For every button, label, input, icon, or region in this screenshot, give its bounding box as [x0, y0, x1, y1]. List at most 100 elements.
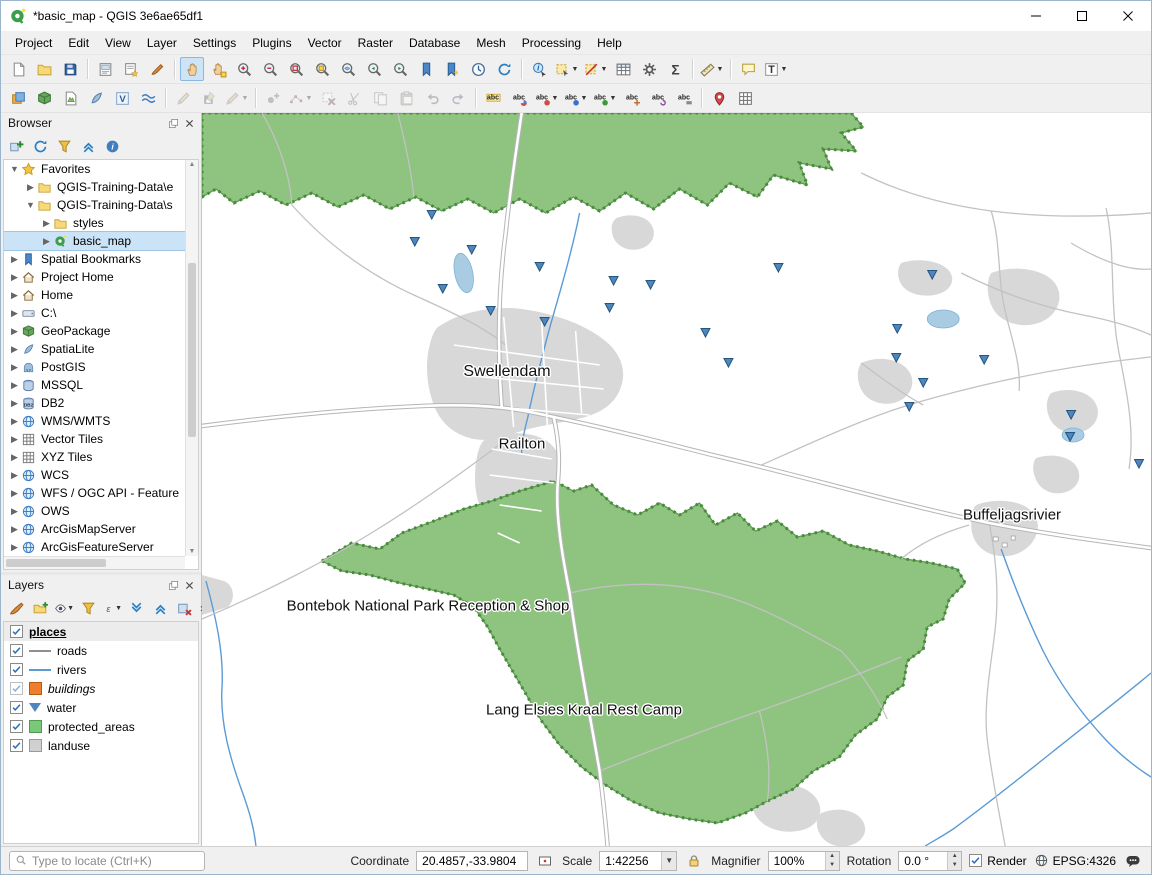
layer-visibility-checkbox[interactable]	[10, 701, 23, 714]
new-mesh-layer-icon[interactable]	[136, 86, 160, 110]
zoom-to-selection-icon[interactable]	[310, 57, 334, 81]
open-layer-styling-icon[interactable]	[5, 597, 27, 619]
menu-layer[interactable]: Layer	[139, 33, 185, 53]
save-project-icon[interactable]	[58, 57, 82, 81]
magnifier-spinbox[interactable]: 100% ▲▼	[768, 851, 840, 871]
chevron-right-icon[interactable]: ▶	[8, 452, 21, 463]
chevron-right-icon[interactable]: ▶	[8, 326, 21, 337]
menu-vector[interactable]: Vector	[300, 33, 350, 53]
paste-features-icon[interactable]	[394, 86, 418, 110]
crs-indicator[interactable]: EPSG:4326	[1034, 853, 1116, 868]
zoom-out-icon[interactable]	[258, 57, 282, 81]
temporal-controller-icon[interactable]	[466, 57, 490, 81]
browser-item-home[interactable]: ▶Home	[4, 286, 185, 304]
layer-visibility-checkbox[interactable]	[10, 644, 23, 657]
layer-visibility-checkbox[interactable]	[10, 739, 23, 752]
menu-plugins[interactable]: Plugins	[244, 33, 299, 53]
layer-diagram-icon[interactable]: abc	[507, 86, 531, 110]
chevron-right-icon[interactable]: ▶	[8, 470, 21, 481]
layer-item-buildings[interactable]: buildings	[4, 679, 198, 698]
chevron-right-icon[interactable]: ▶	[24, 182, 37, 193]
delete-selected-icon[interactable]	[316, 86, 340, 110]
current-edits-icon[interactable]: ▼	[223, 86, 250, 110]
layer-item-landuse[interactable]: landuse	[4, 736, 198, 755]
menu-project[interactable]: Project	[7, 33, 60, 53]
menu-processing[interactable]: Processing	[514, 33, 589, 53]
minimize-button[interactable]	[1013, 1, 1059, 31]
undo-icon[interactable]	[420, 86, 444, 110]
data-source-manager-icon[interactable]	[6, 86, 30, 110]
messages-button[interactable]	[1123, 851, 1143, 871]
show-layout-manager-icon[interactable]	[119, 57, 143, 81]
layer-visibility-checkbox[interactable]	[10, 625, 23, 638]
show-hide-labels-icon[interactable]: abc▼	[591, 86, 618, 110]
browser-item-spatial-bookmarks[interactable]: ▶Spatial Bookmarks	[4, 250, 185, 268]
properties-widget-icon[interactable]: i	[101, 135, 123, 157]
deselect-features-icon[interactable]: ▼	[582, 57, 609, 81]
layer-item-water[interactable]: water	[4, 698, 198, 717]
spinner-arrows-icon[interactable]: ▲▼	[825, 852, 839, 870]
scroll-up-icon[interactable]: ▲	[186, 161, 198, 168]
manage-map-themes-icon[interactable]: ▼	[53, 597, 75, 619]
chevron-right-icon[interactable]: ▶	[8, 254, 21, 265]
zoom-to-layer-icon[interactable]	[336, 57, 360, 81]
chevron-right-icon[interactable]: ▶	[40, 218, 53, 229]
new-shapefile-layer-icon[interactable]	[58, 86, 82, 110]
identify-features-icon[interactable]: i	[527, 57, 551, 81]
float-panel-icon[interactable]	[165, 577, 181, 593]
layer-item-roads[interactable]: roads	[4, 641, 198, 660]
rotation-spinbox[interactable]: 0.0 ° ▲▼	[898, 851, 962, 871]
coordinate-input[interactable]: 20.4857,-33.9804	[416, 851, 528, 871]
expand-all-icon[interactable]	[125, 597, 147, 619]
add-selected-layers-icon[interactable]	[5, 135, 27, 157]
pan-to-selection-icon[interactable]	[206, 57, 230, 81]
browser-item-wcs[interactable]: ▶WCS	[4, 466, 185, 484]
add-feature-icon[interactable]	[261, 86, 285, 110]
browser-item-vector-tiles[interactable]: ▶Vector Tiles	[4, 430, 185, 448]
menu-settings[interactable]: Settings	[185, 33, 244, 53]
processing-toolbox-icon[interactable]	[637, 57, 661, 81]
maximize-button[interactable]	[1059, 1, 1105, 31]
layer-item-protected-areas[interactable]: protected_areas	[4, 717, 198, 736]
browser-item-styles[interactable]: ▶styles	[4, 214, 185, 232]
scale-combobox[interactable]: 1:42256 ▼	[599, 851, 677, 871]
change-label-icon[interactable]: abc	[672, 86, 696, 110]
browser-vertical-scrollbar[interactable]: ▲ ▼	[185, 160, 198, 556]
save-layer-edits-icon[interactable]	[197, 86, 221, 110]
new-virtual-layer-icon[interactable]: V	[110, 86, 134, 110]
browser-item-basic-map[interactable]: ▶basic_map	[4, 232, 185, 250]
new-bookmark-icon[interactable]	[414, 57, 438, 81]
new-project-icon[interactable]	[6, 57, 30, 81]
browser-item-mssql[interactable]: ▶MSSQL	[4, 376, 185, 394]
browser-item-favorites[interactable]: ▼Favorites	[4, 160, 185, 178]
zoom-in-icon[interactable]	[232, 57, 256, 81]
layer-item-rivers[interactable]: rivers	[4, 660, 198, 679]
scroll-down-icon[interactable]: ▼	[186, 548, 198, 555]
chevron-down-icon[interactable]: ▼	[661, 852, 676, 870]
cut-features-icon[interactable]	[342, 86, 366, 110]
chevron-right-icon[interactable]: ▶	[8, 434, 21, 445]
chevron-right-icon[interactable]: ▶	[8, 308, 21, 319]
chevron-right-icon[interactable]: ▶	[8, 362, 21, 373]
copy-features-icon[interactable]	[368, 86, 392, 110]
browser-item-db2[interactable]: ▶DB2DB2	[4, 394, 185, 412]
lock-scale-button[interactable]	[684, 851, 704, 871]
browser-item-project-home[interactable]: ▶Project Home	[4, 268, 185, 286]
move-label-icon[interactable]: abc	[620, 86, 644, 110]
chevron-right-icon[interactable]: ▶	[40, 236, 53, 247]
new-geopackage-layer-icon[interactable]	[32, 86, 56, 110]
layer-visibility-checkbox[interactable]	[10, 682, 23, 695]
chevron-right-icon[interactable]: ▶	[8, 416, 21, 427]
chevron-down-icon[interactable]: ▼	[24, 200, 37, 210]
browser-item-postgis[interactable]: ▶PostGIS	[4, 358, 185, 376]
zoom-last-icon[interactable]	[362, 57, 386, 81]
menu-help[interactable]: Help	[589, 33, 630, 53]
layer-visibility-checkbox[interactable]	[10, 720, 23, 733]
menu-edit[interactable]: Edit	[60, 33, 97, 53]
extent-toggle-button[interactable]	[535, 851, 555, 871]
menu-mesh[interactable]: Mesh	[468, 33, 513, 53]
redo-icon[interactable]	[446, 86, 470, 110]
chevron-right-icon[interactable]: ▶	[8, 380, 21, 391]
select-features-icon[interactable]: ▼	[553, 57, 580, 81]
map-tips-icon[interactable]	[736, 57, 760, 81]
